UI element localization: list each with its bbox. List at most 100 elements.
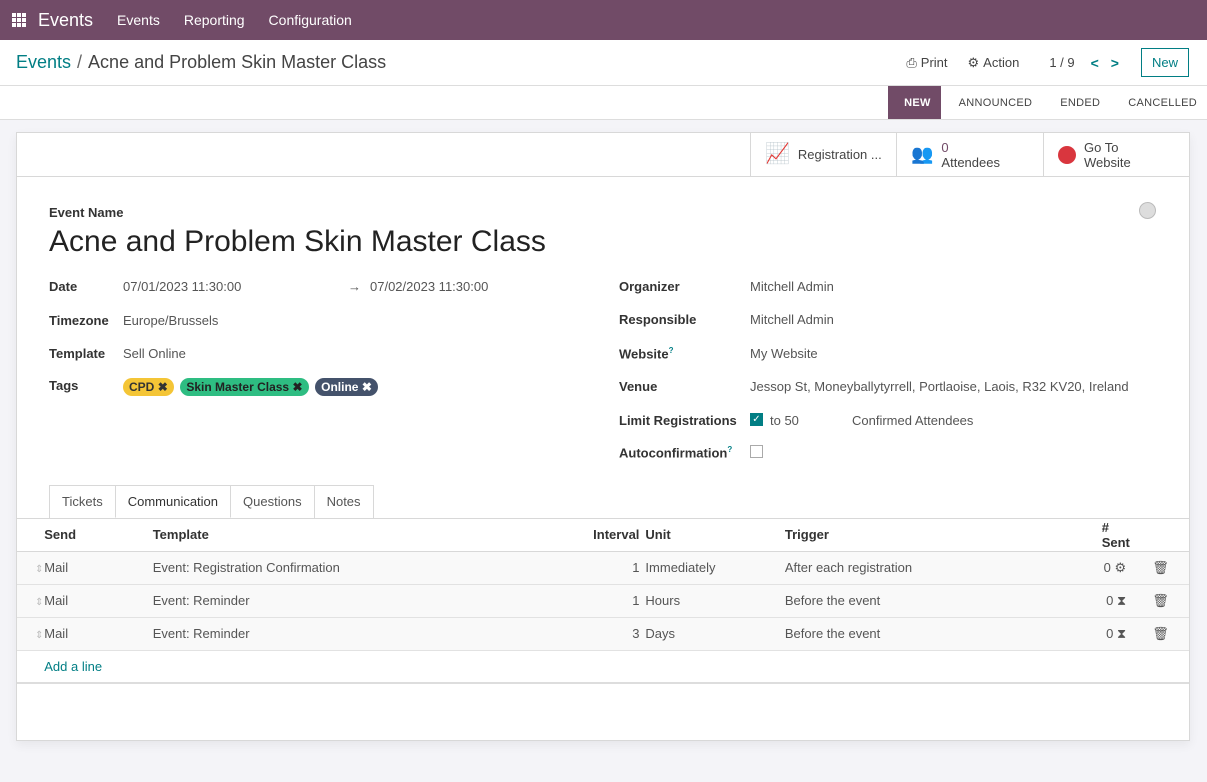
venue-label: Venue bbox=[619, 379, 658, 394]
breadcrumb-parent[interactable]: Events bbox=[16, 52, 71, 72]
limit-registrations-checkbox[interactable]: ✓ bbox=[750, 413, 763, 426]
seats-limit-input[interactable]: to 50 bbox=[770, 413, 852, 428]
pager-value[interactable]: 1 / 9 bbox=[1049, 55, 1074, 70]
attendees-smart-button[interactable]: 👥 0 Attendees bbox=[896, 133, 1043, 176]
cell-send[interactable]: Mail bbox=[44, 584, 153, 618]
menu-reporting[interactable]: Reporting bbox=[172, 12, 257, 28]
smart-button-box: 📈 Registration ... 👥 0 Attendees Go To Web… bbox=[17, 133, 1189, 177]
column-send[interactable]: Send bbox=[44, 519, 153, 552]
cell-interval[interactable]: 1 bbox=[576, 584, 646, 618]
table-header: Send Template Interval Unit Trigger # Se… bbox=[17, 519, 1189, 552]
column-unit[interactable]: Unit bbox=[645, 519, 785, 552]
tag-online[interactable]: Online ✖ bbox=[315, 378, 378, 396]
remove-tag-icon[interactable]: ✖ bbox=[362, 380, 372, 394]
print-button[interactable]: ⎙ Print bbox=[906, 55, 947, 71]
add-line-link[interactable]: Add a line bbox=[44, 659, 102, 674]
registration-label: Registration ... bbox=[797, 147, 882, 162]
cell-unit[interactable]: Days bbox=[645, 617, 785, 651]
pager-next-icon[interactable]: > bbox=[1111, 55, 1119, 71]
cell-template[interactable]: Event: Reminder bbox=[152, 617, 577, 651]
table-row[interactable]: ⇕ Mail Event: Reminder 1 Hours Before th… bbox=[17, 584, 1189, 618]
help-tooltip-icon[interactable]: ? bbox=[727, 445, 732, 454]
action-button[interactable]: ⚙ Action bbox=[968, 55, 1020, 71]
drag-handle-icon[interactable]: ⇕ bbox=[35, 564, 43, 575]
website-text: Go To Website bbox=[1084, 140, 1131, 170]
cell-sent: 0 bbox=[1103, 559, 1111, 575]
stage-ended[interactable]: ENDED bbox=[1042, 86, 1110, 119]
attendees-text: 0 Attendees bbox=[941, 140, 1000, 170]
cell-unit[interactable]: Hours bbox=[645, 584, 785, 618]
cell-interval[interactable]: 3 bbox=[576, 617, 646, 651]
column-sent[interactable]: # Sent bbox=[1061, 519, 1133, 552]
trash-icon[interactable]: 🗑 bbox=[1152, 626, 1169, 641]
top-navbar: Events Events Reporting Configuration bbox=[0, 0, 1207, 40]
tab-tickets[interactable]: Tickets bbox=[49, 485, 116, 518]
remove-tag-icon[interactable]: ✖ bbox=[292, 380, 302, 394]
organizer-field: Organizer Mitchell Admin bbox=[619, 279, 834, 294]
website-line2: Website bbox=[1084, 154, 1131, 170]
website-input[interactable]: My Website bbox=[750, 346, 818, 361]
cell-unit[interactable]: Immediately bbox=[645, 551, 785, 585]
new-button[interactable]: New bbox=[1140, 48, 1189, 77]
apps-grid-icon[interactable] bbox=[12, 13, 26, 27]
tab-communication[interactable]: Communication bbox=[114, 485, 232, 518]
app-brand[interactable]: Events bbox=[38, 10, 93, 31]
registration-smart-button[interactable]: 📈 Registration ... bbox=[750, 133, 896, 176]
drag-handle-icon[interactable]: ⇕ bbox=[35, 630, 43, 641]
hourglass-icon: ⧗ bbox=[1116, 625, 1127, 641]
cell-template[interactable]: Event: Registration Confirmation bbox=[152, 551, 577, 585]
venue-input[interactable]: Jessop St, Moneyballytyrrell, Portlaoise… bbox=[750, 379, 1129, 394]
kanban-state-indicator[interactable] bbox=[1139, 202, 1156, 219]
tag-skin-master-class[interactable]: Skin Master Class ✖ bbox=[180, 378, 309, 396]
column-template[interactable]: Template bbox=[152, 519, 577, 552]
tag-cpd[interactable]: CPD ✖ bbox=[123, 378, 174, 396]
chart-line-icon: 📈 bbox=[765, 143, 790, 165]
tab-notes[interactable]: Notes bbox=[313, 485, 374, 518]
cell-sent: 0 bbox=[1106, 592, 1114, 608]
handle-header bbox=[17, 519, 45, 552]
remove-tag-icon[interactable]: ✖ bbox=[158, 380, 168, 394]
trash-icon[interactable]: 🗑 bbox=[1152, 560, 1169, 575]
cell-trigger[interactable]: Before the event bbox=[784, 617, 1062, 651]
date-end-input[interactable]: 07/02/2023 11:30:00 bbox=[370, 279, 488, 294]
menu-events[interactable]: Events bbox=[105, 12, 172, 28]
venue-field: Venue Jessop St, Moneyballytyrrell, Port… bbox=[619, 379, 1129, 394]
column-trigger[interactable]: Trigger bbox=[784, 519, 1062, 552]
autoconfirmation-checkbox[interactable] bbox=[750, 445, 763, 458]
timezone-field: Timezone Europe/Brussels bbox=[49, 313, 218, 328]
timezone-input[interactable]: Europe/Brussels bbox=[123, 313, 218, 328]
cell-send[interactable]: Mail bbox=[44, 617, 153, 651]
cell-interval[interactable]: 1 bbox=[576, 551, 646, 585]
cell-trigger[interactable]: Before the event bbox=[784, 584, 1062, 618]
menu-configuration[interactable]: Configuration bbox=[257, 12, 364, 28]
trash-icon[interactable]: 🗑 bbox=[1152, 593, 1169, 608]
website-label: Website bbox=[619, 346, 669, 362]
organizer-input[interactable]: Mitchell Admin bbox=[750, 279, 834, 294]
tags-list[interactable]: CPD ✖ Skin Master Class ✖ Online ✖ bbox=[123, 378, 381, 396]
tab-questions[interactable]: Questions bbox=[230, 485, 315, 518]
responsible-field: Responsible Mitchell Admin bbox=[619, 312, 834, 327]
print-label: Print bbox=[920, 55, 948, 70]
template-label: Template bbox=[49, 346, 106, 361]
seats-limit-type[interactable]: Confirmed Attendees bbox=[852, 413, 973, 428]
responsible-input[interactable]: Mitchell Admin bbox=[750, 312, 834, 327]
column-interval[interactable]: Interval bbox=[576, 519, 646, 552]
stage-new[interactable]: NEW bbox=[888, 86, 941, 119]
cell-template[interactable]: Event: Reminder bbox=[152, 584, 577, 618]
template-input[interactable]: Sell Online bbox=[123, 346, 186, 361]
tag-label: CPD bbox=[129, 380, 155, 394]
stage-announced[interactable]: ANNOUNCED bbox=[941, 86, 1043, 119]
event-name-field[interactable]: Acne and Problem Skin Master Class bbox=[49, 225, 546, 259]
cell-trigger[interactable]: After each registration bbox=[784, 551, 1062, 585]
table-row[interactable]: ⇕ Mail Event: Reminder 3 Days Before the… bbox=[17, 617, 1189, 651]
stage-cancelled[interactable]: CANCELLED bbox=[1110, 86, 1207, 119]
date-start-input[interactable]: 07/01/2023 11:30:00 bbox=[123, 279, 348, 294]
go-to-website-button[interactable]: Go To Website bbox=[1043, 133, 1189, 176]
gear-icon: ⚙ bbox=[967, 54, 980, 70]
users-icon: 👥 bbox=[911, 144, 934, 164]
pager-previous-icon[interactable]: < bbox=[1091, 55, 1099, 71]
drag-handle-icon[interactable]: ⇕ bbox=[35, 597, 43, 608]
cell-send[interactable]: Mail bbox=[44, 551, 153, 585]
help-tooltip-icon[interactable]: ? bbox=[669, 346, 674, 355]
table-row[interactable]: ⇕ Mail Event: Registration Confirmation … bbox=[17, 551, 1189, 585]
